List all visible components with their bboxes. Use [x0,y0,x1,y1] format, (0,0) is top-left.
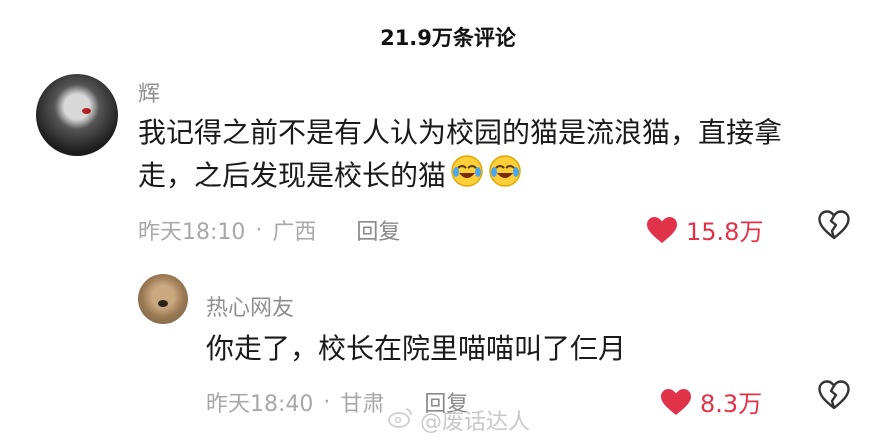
comment-text: 你走了，校长在院里喵喵叫了仨月 [206,332,627,365]
watermark: @废话达人 [388,404,530,436]
watermark-text: @废话达人 [420,410,531,435]
laugh-cry-emoji [488,154,522,200]
laugh-cry-emoji [450,154,484,200]
comment-time: 昨天18:40 [206,392,314,417]
meta-separator: · [323,389,331,415]
weibo-icon [388,406,414,434]
comment-username[interactable]: 辉 [138,76,160,108]
avatar[interactable] [138,274,188,324]
comment-time: 昨天18:10 [138,220,246,245]
like-count: 8.3万 [700,390,763,418]
reply-button[interactable]: 回复 [356,214,400,246]
broken-heart-icon [818,210,850,240]
comment-text-line: 走，之后发现是校长的猫 [138,154,782,200]
avatar-detail [158,300,168,307]
heart-icon [647,216,677,243]
comment-location: 甘肃 [340,392,385,417]
dislike-button[interactable] [818,380,850,414]
comment-meta: 昨天18:10 · 广西 回复 [138,214,400,246]
comment-username[interactable]: 热心网友 [206,290,294,322]
comments-count-title: 21.9万条评论 [380,26,516,50]
comment-text: 我记得之前不是有人认为校园的猫是流浪猫，直接拿 走，之后发现是校长的猫 [138,112,782,200]
like-button[interactable]: 15.8万 [646,212,763,247]
dislike-button[interactable] [818,210,850,244]
avatar[interactable] [36,74,118,156]
like-button[interactable]: 8.3万 [660,384,762,419]
avatar-detail [82,108,91,114]
comment-text-line-2: 走，之后发现是校长的猫 [138,159,447,192]
heart-icon [661,388,691,415]
comment-location: 广西 [272,220,317,245]
like-count: 15.8万 [686,218,764,246]
broken-heart-icon [818,380,850,410]
meta-separator: · [255,217,263,243]
comment-text-line: 我记得之前不是有人认为校园的猫是流浪猫，直接拿 [138,116,783,149]
